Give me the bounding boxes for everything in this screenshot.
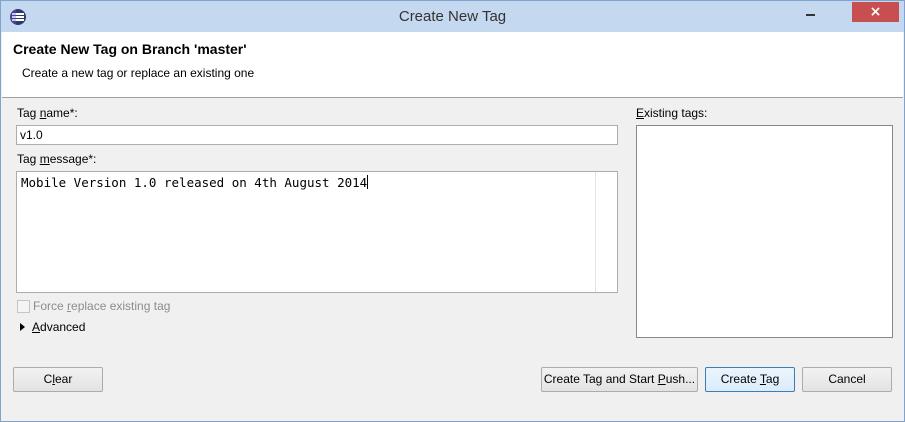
tag-message-text: Mobile Version 1.0 released on 4th Augus… bbox=[21, 175, 368, 190]
close-icon[interactable]: × bbox=[852, 2, 899, 22]
header-title: Create New Tag on Branch 'master' bbox=[13, 41, 247, 57]
create-tag-button[interactable]: Create Tag bbox=[705, 367, 795, 392]
window-title: Create New Tag bbox=[398, 8, 507, 25]
create-tag-and-push-button[interactable]: Create Tag and Start Push... bbox=[541, 367, 698, 392]
tag-message-textarea[interactable]: Mobile Version 1.0 released on 4th Augus… bbox=[16, 171, 618, 293]
expand-arrow-icon[interactable] bbox=[20, 323, 25, 331]
create-new-tag-dialog: Create New Tag × Create New Tag on Branc… bbox=[0, 0, 905, 422]
cancel-button[interactable]: Cancel bbox=[802, 367, 892, 392]
tag-name-input[interactable]: v1.0 bbox=[16, 125, 618, 145]
force-replace-checkbox[interactable] bbox=[17, 300, 30, 313]
force-replace-label: Force replace existing tag bbox=[33, 299, 171, 313]
tag-message-label: Tag message*: bbox=[17, 152, 97, 166]
text-caret bbox=[367, 175, 369, 189]
advanced-section-toggle[interactable]: Advanced bbox=[32, 320, 85, 334]
minimize-icon[interactable] bbox=[797, 2, 823, 22]
existing-tags-label: Existing tags: bbox=[636, 106, 708, 120]
tag-name-label: Tag name*: bbox=[17, 106, 78, 120]
clear-button[interactable]: Clear bbox=[13, 367, 103, 392]
header-description: Create a new tag or replace an existing … bbox=[22, 66, 255, 80]
message-scrollbar[interactable] bbox=[595, 172, 617, 292]
existing-tags-list[interactable] bbox=[636, 125, 893, 338]
title-bar[interactable]: Create New Tag × bbox=[1, 1, 904, 32]
dialog-header: Create New Tag on Branch 'master' Create… bbox=[2, 32, 903, 98]
